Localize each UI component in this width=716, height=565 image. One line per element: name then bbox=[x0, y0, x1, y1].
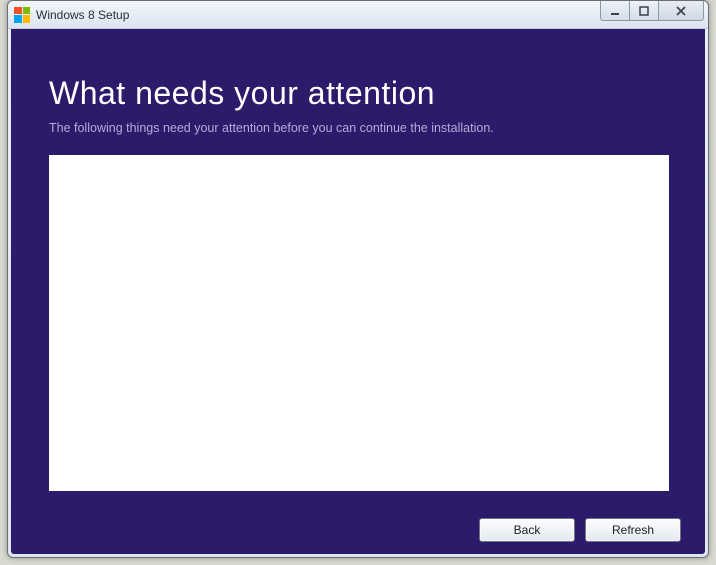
windows-logo-icon bbox=[14, 7, 30, 23]
titlebar[interactable]: Windows 8 Setup bbox=[8, 1, 708, 29]
attention-list-panel[interactable] bbox=[49, 155, 669, 491]
refresh-button[interactable]: Refresh bbox=[585, 518, 681, 542]
maximize-button[interactable] bbox=[629, 1, 659, 21]
back-button[interactable]: Back bbox=[479, 518, 575, 542]
page-subtitle: The following things need your attention… bbox=[49, 121, 494, 135]
window-title: Windows 8 Setup bbox=[36, 8, 129, 22]
footer-buttons: Back Refresh bbox=[479, 518, 681, 542]
setup-window: Windows 8 Setup What needs your attentio… bbox=[7, 0, 709, 558]
minimize-button[interactable] bbox=[600, 1, 630, 21]
page-title: What needs your attention bbox=[49, 75, 435, 112]
window-controls bbox=[601, 1, 704, 21]
client-area: What needs your attention The following … bbox=[11, 29, 705, 554]
close-button[interactable] bbox=[658, 1, 704, 21]
